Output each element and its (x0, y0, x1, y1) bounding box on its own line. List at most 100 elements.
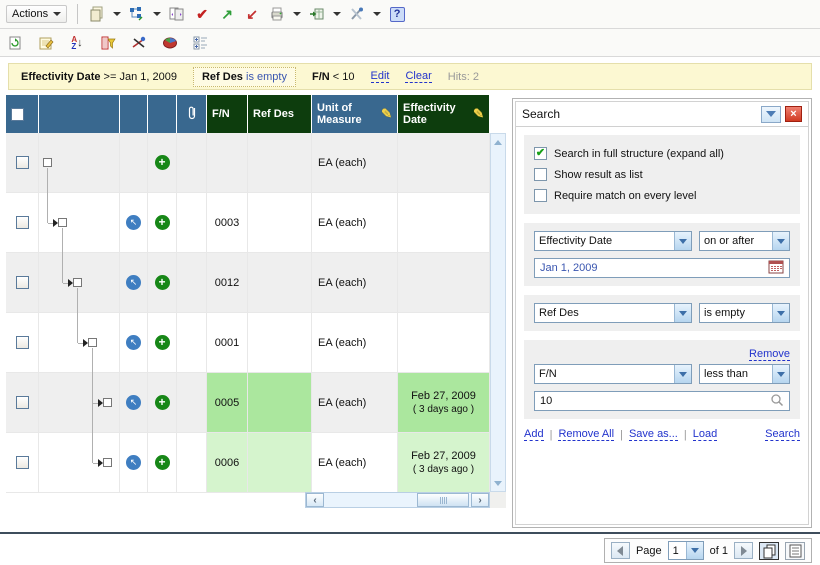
multi-page-view-button[interactable] (759, 542, 779, 560)
previous-page-button[interactable] (611, 542, 630, 559)
horizontal-scrollbar[interactable]: ‹ › (305, 492, 490, 508)
row-checkbox[interactable] (16, 396, 29, 409)
next-page-button[interactable] (734, 542, 753, 559)
add-icon[interactable]: + (155, 455, 170, 470)
header-uom[interactable]: Unit of Measure✎ (312, 95, 398, 133)
export-dropdown-icon[interactable] (333, 12, 341, 20)
tree-expand-box[interactable] (103, 458, 112, 467)
add-icon[interactable]: + (155, 395, 170, 410)
actions-menu-button[interactable]: Actions (6, 5, 67, 23)
copy-dropdown-icon[interactable] (113, 12, 121, 20)
tree-expand-box[interactable] (43, 158, 52, 167)
save-as-link[interactable]: Save as... (629, 428, 678, 441)
row-checkbox[interactable] (16, 216, 29, 229)
refdes-cell-hit (248, 433, 312, 493)
copy-icon[interactable] (88, 5, 106, 23)
field-select[interactable]: Ref Des (534, 303, 692, 323)
navigate-icon[interactable]: ↖ (126, 335, 141, 350)
value-input[interactable]: 10 (534, 391, 790, 411)
row-checkbox[interactable] (16, 336, 29, 349)
date-value-input[interactable]: Jan 1, 2009 (534, 258, 790, 278)
calendar-icon[interactable] (768, 260, 784, 277)
operator-select[interactable]: on or after (699, 231, 790, 251)
header-effectivity[interactable]: Effectivity Date✎ (398, 95, 490, 133)
field-select[interactable]: F/N (534, 364, 692, 384)
export-icon[interactable] (308, 5, 326, 23)
operator-select[interactable]: less than (699, 364, 790, 384)
row-checkbox[interactable] (16, 156, 29, 169)
panel-collapse-button[interactable] (761, 106, 781, 123)
search-submit-link[interactable]: Search (765, 428, 800, 441)
insert-structure-icon[interactable] (128, 5, 146, 23)
navigate-icon[interactable]: ↖ (126, 395, 141, 410)
help-icon[interactable]: ? (388, 5, 406, 23)
chevron-down-icon (674, 365, 691, 383)
header-action2 (148, 95, 177, 133)
scroll-right-icon[interactable]: › (471, 493, 489, 507)
search-icon[interactable] (770, 393, 784, 410)
check-in-icon[interactable]: ↙ (243, 5, 261, 23)
tree-expand-box[interactable] (58, 218, 67, 227)
result-as-list-checkbox[interactable] (534, 168, 547, 181)
row-checkbox[interactable] (16, 456, 29, 469)
scroll-down-icon[interactable] (491, 476, 505, 490)
refdes-cell (248, 313, 312, 373)
navigate-icon[interactable]: ↖ (126, 215, 141, 230)
page-select[interactable]: 1 (668, 541, 704, 560)
approve-check-icon[interactable]: ✔ (193, 5, 211, 23)
navigate-icon[interactable]: ↖ (126, 455, 141, 470)
scroll-left-icon[interactable]: ‹ (306, 493, 324, 507)
chevron-down-icon (686, 542, 703, 559)
tree-expand-box[interactable] (103, 398, 112, 407)
scrollbar-thumb[interactable] (417, 493, 469, 507)
check-out-icon[interactable]: ↗ (218, 5, 236, 23)
edit-filter-icon[interactable] (130, 34, 148, 52)
tree-expand-box[interactable] (73, 278, 82, 287)
filter-summary-bar: Effectivity Date >= Jan 1, 2009 Ref Des … (8, 63, 812, 90)
header-refdes[interactable]: Ref Des (248, 95, 312, 133)
table-header-row: F/N Ref Des Unit of Measure✎ Effectivity… (6, 95, 506, 133)
insert-structure-dropdown-icon[interactable] (153, 12, 161, 20)
sort-icon[interactable]: AZ ↓ (68, 34, 86, 52)
edit-column-icon[interactable]: ✎ (381, 108, 392, 120)
filter-column-icon[interactable] (99, 34, 117, 52)
match-every-level-checkbox[interactable] (534, 189, 547, 202)
uom-cell: EA (each) (312, 193, 398, 253)
remove-all-link[interactable]: Remove All (558, 428, 614, 441)
pie-chart-icon[interactable] (161, 34, 179, 52)
edit-filter-link[interactable]: Edit (371, 70, 390, 83)
single-page-view-button[interactable] (785, 542, 805, 560)
header-fn[interactable]: F/N (207, 95, 248, 133)
add-icon[interactable]: + (155, 275, 170, 290)
scroll-up-icon[interactable] (491, 135, 505, 149)
uom-cell: EA (each) (312, 433, 398, 493)
tree-expand-box[interactable] (88, 338, 97, 347)
remove-criterion-link[interactable]: Remove (749, 348, 790, 361)
expand-tree-icon[interactable] (192, 34, 210, 52)
add-criterion-link[interactable]: Add (524, 428, 544, 441)
page-label: Page (636, 545, 662, 557)
edit-icon[interactable] (37, 34, 55, 52)
filter-operator: >= (104, 71, 117, 83)
edit-column-icon[interactable]: ✎ (473, 108, 484, 120)
field-select[interactable]: Effectivity Date (534, 231, 692, 251)
compare-icon[interactable] (168, 5, 186, 23)
criterion-refdes-group: Ref Des is empty (524, 295, 800, 331)
clear-filter-link[interactable]: Clear (405, 70, 431, 83)
load-link[interactable]: Load (693, 428, 717, 441)
add-icon[interactable]: + (155, 335, 170, 350)
refresh-icon[interactable] (6, 34, 24, 52)
vertical-scrollbar[interactable] (490, 133, 506, 492)
select-all-checkbox[interactable] (11, 108, 24, 121)
full-structure-checkbox[interactable] (534, 147, 547, 160)
add-icon[interactable]: + (155, 215, 170, 230)
navigate-icon[interactable]: ↖ (126, 275, 141, 290)
add-icon[interactable]: + (155, 155, 170, 170)
panel-close-button[interactable]: × (785, 106, 802, 122)
row-checkbox[interactable] (16, 276, 29, 289)
operator-select[interactable]: is empty (699, 303, 790, 323)
tools-dropdown-icon[interactable] (373, 12, 381, 20)
print-icon[interactable] (268, 5, 286, 23)
tools-icon[interactable] (348, 5, 366, 23)
print-dropdown-icon[interactable] (293, 12, 301, 20)
